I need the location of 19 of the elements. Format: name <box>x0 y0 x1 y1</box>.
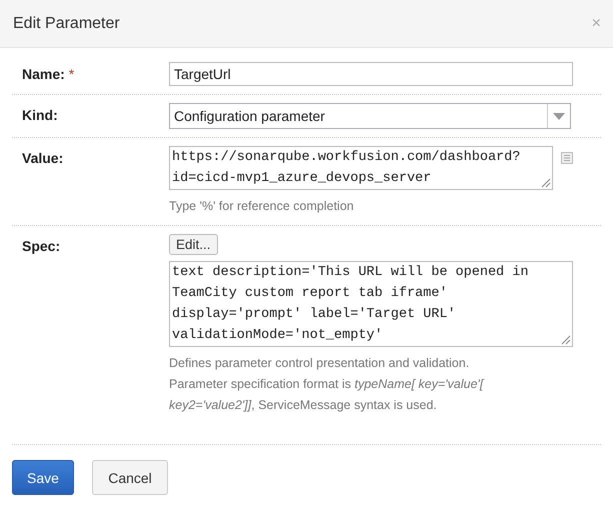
kind-dropdown[interactable]: Configuration parameter <box>169 103 571 129</box>
dialog-title: Edit Parameter <box>13 14 120 32</box>
hint-text: Type '%' for reference completion <box>169 198 354 215</box>
value-textarea[interactable]: https://sonarqube.workfusion.com/dashboard? id=cicd-mvp1_azure_devops_server <box>169 146 553 190</box>
save-button[interactable]: Save <box>12 460 74 495</box>
cancel-button[interactable]: Cancel <box>92 460 168 495</box>
list-icon[interactable] <box>561 152 573 164</box>
field-label: Spec: <box>22 238 60 254</box>
edit-button[interactable]: Edit... <box>169 234 218 255</box>
resize-grip-icon[interactable] <box>561 335 571 345</box>
field-label: Name: <box>22 66 65 82</box>
hint-text: Defines parameter control presentation and validation. Parameter specification format is typeName[ key='value'[ key2='value2']], ServiceMessage syntax is used. <box>169 355 486 414</box>
required-mark: * <box>68 66 74 82</box>
field-label: Value: <box>22 150 64 166</box>
spec-textarea[interactable]: text description='This URL will be opened in TeamCity custom report tab iframe' display='prompt' label='Target URL' validationMode='not_empty' <box>169 261 573 347</box>
caret-icon <box>553 112 565 120</box>
field-label: Kind: <box>22 107 58 123</box>
resize-grip-icon[interactable] <box>541 178 551 188</box>
name-input[interactable]: TargetUrl <box>169 62 573 86</box>
